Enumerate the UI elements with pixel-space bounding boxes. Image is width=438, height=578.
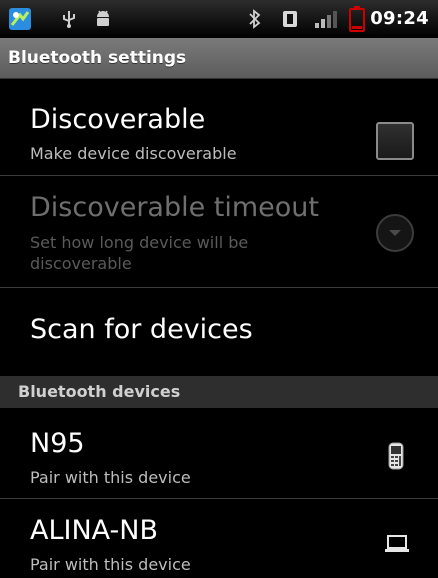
dropdown-arrow-icon	[376, 214, 414, 252]
device-summary: Pair with this device	[30, 468, 191, 487]
laptop-icon	[384, 535, 410, 557]
signal-icon	[314, 9, 338, 29]
discoverable-timeout-summary: Set how long device will be discoverable	[30, 233, 249, 273]
android-debug-icon	[94, 9, 112, 29]
status-clock: 09:24	[370, 8, 429, 29]
scan-for-devices-title: Scan for devices	[30, 314, 253, 345]
title-bar: Bluetooth settings	[0, 38, 438, 79]
data-icon	[282, 10, 298, 30]
scan-for-devices-row[interactable]: Scan for devices	[0, 288, 438, 376]
bluetooth-icon	[248, 9, 262, 29]
phone-icon	[388, 442, 404, 474]
discoverable-row[interactable]: Discoverable Make device discoverable	[0, 86, 438, 174]
page-title: Bluetooth settings	[8, 48, 187, 68]
section-header-label: Bluetooth devices	[18, 382, 181, 401]
bluetooth-devices-header: Bluetooth devices	[0, 376, 438, 408]
device-row-n95[interactable]: N95 Pair with this device	[0, 408, 438, 498]
discoverable-timeout-row: Discoverable timeout Set how long device…	[0, 176, 438, 286]
discoverable-timeout-title: Discoverable timeout	[30, 192, 320, 223]
device-name: ALINA-NB	[30, 515, 159, 546]
status-bar: 09:24	[0, 0, 438, 39]
device-summary: Pair with this device	[30, 555, 191, 574]
app-notification-icon[interactable]	[8, 7, 32, 30]
device-name: N95	[30, 428, 85, 459]
device-row-alina-nb[interactable]: ALINA-NB Pair with this device	[0, 499, 438, 578]
discoverable-checkbox[interactable]	[376, 122, 414, 160]
battery-icon	[349, 6, 365, 32]
usb-icon	[60, 9, 78, 29]
discoverable-summary: Make device discoverable	[30, 144, 237, 163]
discoverable-title: Discoverable	[30, 104, 206, 135]
